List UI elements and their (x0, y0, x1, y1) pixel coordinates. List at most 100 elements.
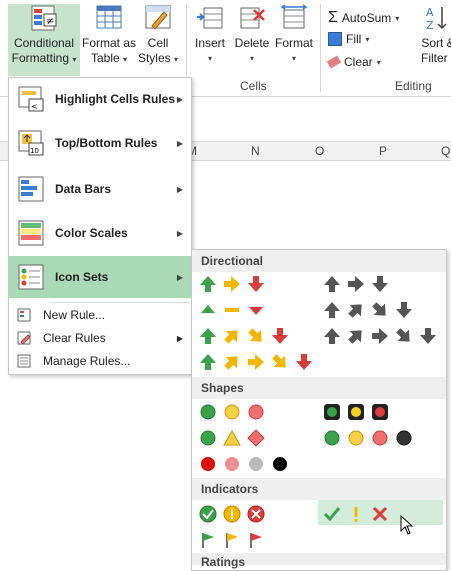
conditional-formatting-menu: < Highlight Cells Rules ▶ 10 Top/Bottom … (8, 77, 192, 375)
menu-item-label: Manage Rules... (43, 354, 131, 368)
sort-filter-label-1: Sort & (421, 36, 451, 50)
exclamation-yellow-icon (354, 507, 358, 522)
circle-black-icon (273, 457, 287, 471)
arrow-down-gray-icon (396, 302, 412, 318)
x-circle-red-icon (247, 505, 265, 523)
icon-set-3-flags[interactable] (198, 529, 266, 551)
icon-set-3-signs[interactable] (198, 427, 266, 449)
autosum-button[interactable]: Σ AutoSum ▾ (328, 9, 399, 27)
conditional-formatting-button[interactable]: ≠ Conditional Formatting ▾ (8, 4, 80, 76)
traffic-light-yellow-icon (348, 404, 364, 420)
chevron-down-icon: ▾ (249, 54, 254, 63)
exclamation-circle-yellow-icon (223, 505, 241, 523)
delete-button[interactable]: Delete ▾ (233, 4, 271, 66)
chevron-right-icon: ▶ (176, 228, 183, 238)
arrow-up-green-icon (200, 276, 216, 292)
editing-group-label: Editing (395, 79, 432, 93)
chevron-right-icon: ▶ (176, 333, 183, 343)
arrow-down-red-icon (248, 276, 264, 292)
format-as-table-icon (96, 5, 122, 29)
icon-set-3-symbols-uncircled[interactable] (322, 503, 390, 525)
icon-set-3-symbols-circled[interactable] (198, 503, 266, 525)
format-button[interactable]: Format ▾ (274, 4, 314, 66)
circle-gray-icon (249, 457, 263, 471)
chevron-right-icon: ▶ (176, 138, 183, 148)
chevron-down-icon: ▾ (291, 54, 296, 63)
fill-button[interactable]: Fill ▾ (328, 32, 369, 46)
arrow-up-gray-icon (324, 302, 340, 318)
chevron-down-icon: ▾ (365, 34, 370, 44)
icon-set-red-to-black[interactable] (198, 453, 290, 475)
icon-set-3-triangles[interactable] (198, 299, 266, 321)
svg-text:<: < (31, 102, 38, 111)
icon-set-3-arrows-gray[interactable] (322, 273, 390, 295)
icon-set-3-arrows-colored[interactable] (198, 273, 266, 295)
icon-set-4-arrows-colored[interactable] (198, 325, 290, 347)
svg-text:10: 10 (30, 147, 39, 155)
section-header-indicators: Indicators (192, 478, 446, 500)
menu-item-label: Top/Bottom Rules (55, 136, 158, 150)
circle-green-icon (200, 430, 216, 446)
icon-set-4-traffic-lights[interactable] (322, 427, 414, 449)
menu-item-highlight-cells-rules[interactable]: < Highlight Cells Rules ▶ (9, 78, 191, 120)
sort-filter-button[interactable]: A Z Sort & Filter ▾ (418, 4, 451, 67)
menu-item-data-bars[interactable]: Data Bars ▶ (9, 168, 191, 210)
conditional-formatting-icon: ≠ (31, 5, 57, 31)
menu-item-clear-rules[interactable]: Clear Rules ▶ (9, 327, 191, 349)
clear-label: Clear (344, 55, 373, 69)
triangle-down-red-icon (249, 307, 263, 315)
icon-set-5-arrows-gray[interactable] (322, 325, 438, 347)
column-header-n[interactable]: N (251, 144, 260, 158)
color-scales-icon (18, 220, 44, 246)
svg-text:≠: ≠ (46, 16, 54, 27)
cell-styles-button[interactable]: Cell Styles ▾ (137, 4, 179, 67)
flag-red-icon (250, 533, 262, 548)
column-header-q[interactable]: Q (441, 144, 450, 158)
diamond-red-icon (247, 429, 265, 447)
fill-down-icon (328, 32, 342, 46)
format-as-table-button[interactable]: Format as Table ▾ (82, 4, 136, 67)
column-header-o[interactable]: O (315, 144, 324, 158)
delete-label: Delete (234, 36, 270, 50)
highlight-cells-icon: < (18, 86, 44, 112)
menu-item-manage-rules[interactable]: Manage Rules... (9, 350, 191, 372)
circle-red-icon (372, 430, 388, 446)
ribbon-separator (320, 4, 321, 92)
menu-item-icon-sets[interactable]: Icon Sets ▶ (9, 256, 191, 298)
circle-red-icon (248, 404, 264, 420)
icon-set-3-traffic-lights-rimmed[interactable] (322, 401, 390, 423)
insert-cells-icon (197, 7, 223, 29)
menu-item-new-rule[interactable]: New Rule... (9, 304, 191, 326)
flag-yellow-icon (226, 533, 238, 548)
icon-set-5-arrows-colored[interactable] (198, 351, 314, 373)
arrow-right-gray-icon (372, 328, 388, 344)
icon-set-3-traffic-lights-unrimmed[interactable] (198, 401, 266, 423)
menu-item-label: Color Scales (55, 226, 128, 240)
x-red-icon (372, 506, 388, 522)
chevron-right-icon: ▶ (176, 272, 183, 282)
mouse-cursor-icon (400, 515, 414, 535)
sigma-icon: Σ (328, 9, 338, 26)
column-header-p[interactable]: P (379, 144, 387, 158)
arrow-down-gray-icon (372, 276, 388, 292)
arrow-down-red-icon (296, 354, 312, 370)
menu-item-top-bottom-rules[interactable]: 10 Top/Bottom Rules ▶ (9, 122, 191, 164)
menu-item-color-scales[interactable]: Color Scales ▶ (9, 212, 191, 254)
autosum-label: AutoSum (341, 11, 392, 25)
insert-label: Insert (194, 36, 225, 50)
icon-set-4-arrows-gray[interactable] (322, 299, 414, 321)
arrow-down-gray-icon (420, 328, 436, 344)
triangle-yellow-icon (223, 429, 241, 446)
arrow-right-yellow-icon (248, 354, 264, 370)
clear-button[interactable]: Clear ▾ (326, 55, 381, 69)
svg-text:Z: Z (426, 19, 434, 32)
triangle-up-green-icon (201, 305, 215, 313)
conditional-formatting-label-2: Formatting (11, 51, 69, 65)
arrow-up-gray-icon (324, 328, 340, 344)
cell-styles-label-1: Cell (147, 36, 169, 50)
insert-button[interactable]: Insert ▾ (191, 4, 229, 66)
chevron-down-icon: ▾ (174, 55, 179, 64)
circle-pink-icon (225, 457, 239, 471)
data-bars-icon (18, 176, 44, 202)
eraser-icon (326, 55, 342, 69)
